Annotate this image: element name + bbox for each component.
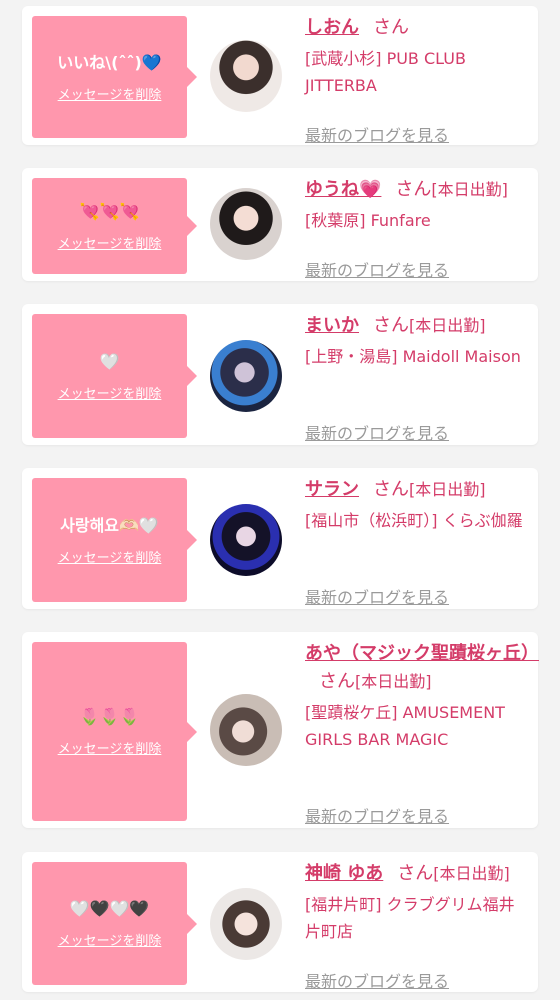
message-card: 사랑해요🫶🏻🤍 メッセージを削除 サラン さん[本日出勤] [福山市（松浜町）] … — [22, 468, 538, 609]
status-text: [本日出勤] — [431, 180, 508, 199]
san-label: さん — [373, 17, 409, 38]
message-bubble: 🌷🌷🌷 メッセージを削除 — [32, 642, 197, 821]
message-card: 🤍 メッセージを削除 まいか さん[本日出勤] [上野・湯島] Maidoll M… — [22, 304, 538, 445]
blog-link[interactable]: 最新のブログを見る — [305, 584, 449, 608]
message-text: 🤍 — [99, 351, 120, 371]
san-label: さん — [395, 179, 432, 200]
message-list: いいね\(ˆˆ)💙 メッセージを削除 しおん さん [武蔵小杉] PUB CLUB… — [0, 0, 560, 1000]
san-label: さん — [373, 479, 409, 500]
blog-link[interactable]: 最新のブログを見る — [305, 122, 449, 146]
shop-info: [福山市（松浜町）] くらぶ伽羅 — [305, 511, 523, 530]
message-text: 🌷🌷🌷 — [79, 707, 140, 726]
message-text: 사랑해요🫶🏻🤍 — [60, 515, 159, 535]
delete-message-link[interactable]: メッセージを削除 — [58, 84, 162, 103]
delete-message-link[interactable]: メッセージを削除 — [58, 738, 162, 757]
message-bubble: 사랑해요🫶🏻🤍 メッセージを削除 — [32, 478, 197, 602]
shop-info: [秋葉原] Funfare — [305, 211, 431, 230]
cast-name-link[interactable]: あや（マジック聖蹟桜ヶ丘） — [305, 643, 539, 664]
delete-message-link[interactable]: メッセージを削除 — [58, 383, 162, 402]
blog-link[interactable]: 最新のブログを見る — [305, 968, 449, 992]
blog-link[interactable]: 最新のブログを見る — [305, 420, 449, 444]
message-bubble: いいね\(ˆˆ)💙 メッセージを削除 — [32, 16, 197, 138]
message-text: 💘💘💘 — [79, 201, 140, 221]
blog-link[interactable]: 最新のブログを見る — [305, 803, 449, 827]
avatar[interactable] — [210, 694, 282, 766]
avatar[interactable] — [210, 340, 282, 412]
message-card: 🌷🌷🌷 メッセージを削除 あや（マジック聖蹟桜ヶ丘） さん[本日出勤] [聖蹟桜ケ… — [22, 632, 539, 828]
san-label: さん — [373, 315, 409, 336]
message-card: 💘💘💘 メッセージを削除 ゆうね💗 さん[本日出勤] [秋葉原] Funfare … — [22, 168, 538, 281]
san-label: さん — [397, 863, 434, 884]
shop-info: [福井片町] クラブグリム福井片町店 — [305, 895, 515, 941]
cast-name-link[interactable]: しおん — [305, 17, 359, 38]
cast-name-link[interactable]: まいか — [305, 315, 359, 336]
message-bubble: 🤍🖤🤍🖤 メッセージを削除 — [32, 862, 197, 985]
status-text: [本日出勤] — [409, 480, 486, 499]
san-label: さん — [319, 671, 355, 692]
cast-name-link[interactable]: 神崎 ゆあ — [305, 863, 383, 884]
shop-info: [武蔵小杉] PUB CLUB JITTERBA — [305, 49, 466, 95]
delete-message-link[interactable]: メッセージを削除 — [58, 930, 162, 949]
cast-name-link[interactable]: ゆうね💗 — [305, 179, 381, 200]
delete-message-link[interactable]: メッセージを削除 — [58, 547, 162, 566]
shop-info: [聖蹟桜ケ丘] AMUSEMENT GIRLS BAR MAGIC — [305, 703, 505, 749]
message-card: 🤍🖤🤍🖤 メッセージを削除 神崎 ゆあ さん[本日出勤] [福井片町] クラブグリ… — [22, 852, 538, 992]
status-text: [本日出勤] — [409, 316, 486, 335]
avatar[interactable] — [210, 504, 282, 576]
shop-info: [上野・湯島] Maidoll Maison — [305, 347, 521, 366]
cast-name-link[interactable]: サラン — [305, 479, 359, 500]
message-bubble: 💘💘💘 メッセージを削除 — [32, 178, 197, 274]
status-text: [本日出勤] — [433, 864, 510, 883]
avatar[interactable] — [210, 888, 282, 960]
message-text: 🤍🖤🤍🖤 — [69, 899, 150, 918]
status-text: [本日出勤] — [355, 672, 432, 691]
message-card: いいね\(ˆˆ)💙 メッセージを削除 しおん さん [武蔵小杉] PUB CLUB… — [22, 6, 538, 145]
avatar[interactable] — [210, 188, 282, 260]
blog-link[interactable]: 最新のブログを見る — [305, 257, 449, 281]
message-bubble: 🤍 メッセージを削除 — [32, 314, 197, 438]
delete-message-link[interactable]: メッセージを削除 — [58, 233, 162, 252]
avatar[interactable] — [210, 40, 282, 112]
message-text: いいね\(ˆˆ)💙 — [57, 52, 162, 72]
